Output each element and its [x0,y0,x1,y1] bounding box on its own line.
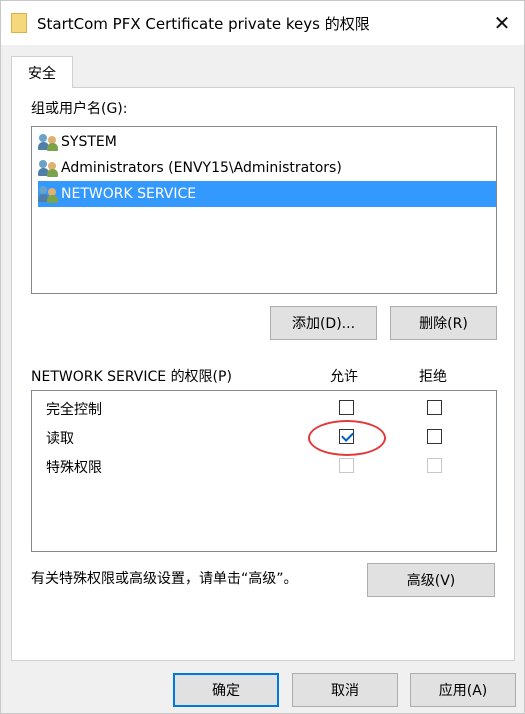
permissions-dialog: StartCom PFX Certificate private keys 的权… [0,0,525,714]
folder-icon [11,13,27,33]
advanced-note: 有关特殊权限或高级设置，请单击“高级”。 [31,571,298,587]
title-bar: StartCom PFX Certificate private keys 的权… [1,1,524,45]
permission-read: 读取 [46,431,74,447]
permission-full-control: 完全控制 [46,402,102,418]
advanced-button[interactable]: 高级(V) [367,563,495,597]
users-icon [38,159,58,177]
deny-read-checkbox[interactable] [427,429,442,444]
list-item-network-service[interactable]: NETWORK SERVICE [38,181,496,207]
permissions-list: 完全控制 读取 特殊权限 [31,390,497,552]
permissions-label: NETWORK SERVICE 的权限(P) [31,369,232,385]
users-icon [38,185,58,203]
add-button[interactable]: 添加(D)... [270,306,377,340]
permission-special: 特殊权限 [46,460,102,476]
deny-special-checkbox [427,458,442,473]
close-button[interactable]: ✕ [480,1,524,45]
security-panel: 组或用户名(G): SYSTEM Administrators (ENVY15\… [11,87,515,661]
user-list[interactable]: SYSTEM Administrators (ENVY15\Administra… [31,126,497,294]
cancel-button[interactable]: 取消 [292,673,398,707]
remove-button[interactable]: 删除(R) [390,306,497,340]
window-title: StartCom PFX Certificate private keys 的权… [37,15,370,33]
user-name: SYSTEM [61,134,117,150]
list-item-administrators[interactable]: Administrators (ENVY15\Administrators) [38,155,342,181]
ok-button[interactable]: 确定 [173,673,279,707]
apply-button[interactable]: 应用(A) [410,673,516,707]
allow-column-header: 允许 [330,369,358,385]
groups-label: 组或用户名(G): [31,101,128,117]
annotation-circle [308,420,386,456]
list-item-system[interactable]: SYSTEM [38,129,117,155]
user-name: Administrators (ENVY15\Administrators) [61,160,342,176]
deny-column-header: 拒绝 [419,369,447,385]
user-name: NETWORK SERVICE [61,186,197,202]
users-icon [38,133,58,151]
allow-full-control-checkbox[interactable] [339,400,354,415]
tab-security[interactable]: 安全 [11,56,73,88]
deny-full-control-checkbox[interactable] [427,400,442,415]
allow-special-checkbox [339,458,354,473]
